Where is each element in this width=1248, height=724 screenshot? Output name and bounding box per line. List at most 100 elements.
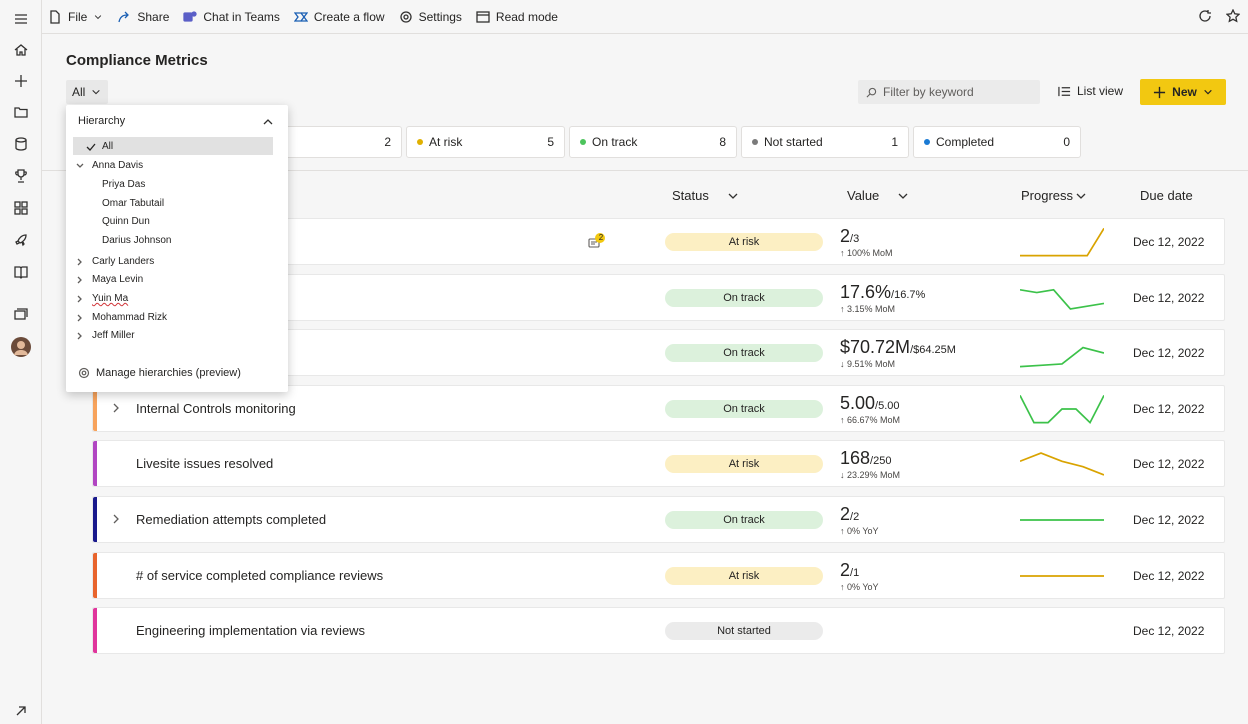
search-input[interactable] [883, 85, 1033, 99]
summary-card-at-risk[interactable]: At risk 5 [406, 126, 565, 158]
hierarchy-item-quinn-dun[interactable]: Quinn Dun [102, 216, 150, 227]
hierarchy-item-carly-landers[interactable]: Carly Landers [76, 256, 154, 267]
scorecard-row[interactable]: Remediation attempts completed On track 2… [92, 496, 1225, 543]
due-date: Dec 12, 2022 [1133, 513, 1205, 527]
chevron-right-icon[interactable] [76, 332, 84, 340]
metric-value[interactable]: 2/3 ↑ 100% MoM [840, 226, 893, 258]
hierarchy-item-anna-davis[interactable]: Anna Davis [76, 160, 143, 171]
metric-name[interactable]: Internal Controls monitoring [136, 401, 296, 416]
hierarchy-item-mohammad-rizk[interactable]: Mohammad Rizk [76, 312, 167, 323]
metric-value[interactable]: 168/250 ↓ 23.29% MoM [840, 448, 900, 480]
deployment-rocket-icon[interactable] [12, 231, 30, 249]
favorite-star-icon[interactable] [1226, 9, 1240, 23]
notes-count-badge: 2 [598, 233, 604, 242]
home-icon[interactable] [12, 41, 30, 59]
status-pill[interactable]: At risk [665, 233, 823, 251]
progress-line [1020, 394, 1104, 424]
apps-icon[interactable] [12, 199, 30, 217]
target-value: /1 [850, 566, 860, 579]
chevron-right-icon[interactable] [76, 258, 84, 266]
data-hub-icon[interactable] [12, 135, 30, 153]
user-avatar[interactable] [11, 337, 31, 357]
learn-book-icon[interactable] [12, 263, 30, 281]
metric-value[interactable]: 2/2 ↑ 0% YoY [840, 504, 879, 536]
status-pill[interactable]: At risk [665, 566, 823, 585]
due-date: Dec 12, 2022 [1133, 346, 1205, 361]
scorecard-row[interactable]: Livesite issues resolved At risk 168/250 … [92, 440, 1225, 488]
value-column-header[interactable]: Value [847, 188, 909, 203]
hierarchy-item-all[interactable]: All [86, 141, 113, 152]
file-menu[interactable]: File [48, 10, 103, 24]
expand-chevron-right-icon[interactable] [111, 402, 121, 414]
hierarchy-item-yuin-ma[interactable]: Yuin Ma [76, 293, 128, 304]
status-pill[interactable]: On track [665, 511, 823, 529]
filter-by-keyword-field[interactable] [858, 80, 1040, 104]
metric-value[interactable]: $70.72M/$64.25M ↓ 9.51% MoM [840, 337, 956, 369]
hierarchy-item-darius-johnson[interactable]: Darius Johnson [102, 235, 171, 246]
hamburger-menu-icon[interactable] [12, 10, 30, 28]
expand-arrow-icon[interactable] [12, 702, 30, 720]
due-date: Dec 12, 2022 [1133, 401, 1205, 416]
scorecard-row[interactable]: Engineering implementation via reviews No… [92, 607, 1225, 655]
metric-name[interactable]: Remediation attempts completed [136, 512, 326, 527]
status-pill[interactable]: On track [665, 399, 823, 418]
chevron-down-icon [1204, 89, 1212, 95]
summary-card-not-started[interactable]: Not started 1 [741, 126, 909, 158]
list-view-button[interactable]: List view [1058, 84, 1123, 98]
completed-dot-icon [924, 139, 930, 145]
status-summary-cards: nd 2 At risk 5 On track 8 Not started 1 … [266, 126, 1081, 158]
create-flow-button[interactable]: Create a flow [293, 10, 385, 24]
progress-sparkline[interactable] [1020, 557, 1104, 595]
scorecard-row[interactable]: # of service completed compliance review… [92, 551, 1225, 599]
status-column-header[interactable]: Status [672, 188, 739, 203]
status-pill[interactable]: At risk [665, 455, 823, 474]
status-pill[interactable]: On track [665, 344, 823, 363]
progress-column-header[interactable]: Progress [1021, 188, 1087, 203]
chevron-right-icon[interactable] [76, 295, 84, 303]
summary-card-completed[interactable]: Completed 0 [913, 126, 1081, 158]
plus-icon [1154, 86, 1166, 98]
manage-hierarchies-link[interactable]: Manage hierarchies (preview) [78, 367, 241, 379]
progress-sparkline[interactable] [1020, 223, 1104, 261]
progress-sparkline[interactable] [1020, 390, 1104, 428]
chevron-right-icon[interactable] [76, 314, 84, 322]
progress-sparkline[interactable] [1020, 334, 1104, 372]
progress-sparkline[interactable] [1020, 501, 1104, 539]
settings-button[interactable]: Settings [399, 10, 462, 24]
browse-folder-icon[interactable] [12, 103, 30, 121]
chevron-right-icon[interactable] [76, 276, 84, 284]
due-date: Dec 12, 2022 [1133, 457, 1205, 472]
chat-in-teams-button[interactable]: Chat in Teams [183, 10, 280, 24]
metric-value[interactable]: 2/1 ↑ 0% YoY [840, 560, 879, 592]
new-button[interactable]: New [1140, 79, 1226, 105]
chevron-down-icon[interactable] [76, 162, 84, 170]
progress-sparkline[interactable] [1020, 279, 1104, 317]
metric-value[interactable]: 17.6%/16.7% ↑ 3.15% MoM [840, 282, 925, 314]
chevron-down-icon [728, 193, 738, 199]
read-mode-button[interactable]: Read mode [476, 10, 558, 24]
not-started-dot-icon [752, 139, 758, 145]
hierarchy-item-priya-das[interactable]: Priya Das [102, 179, 145, 190]
hierarchy-item-jeff-miller[interactable]: Jeff Miller [76, 330, 135, 341]
status-pill[interactable]: On track [665, 288, 823, 307]
hierarchy-item-maya-levin[interactable]: Maya Levin [76, 274, 143, 285]
expand-chevron-right-icon[interactable] [111, 513, 121, 525]
share-button[interactable]: Share [117, 10, 169, 24]
workspaces-icon[interactable] [12, 306, 30, 324]
create-plus-icon[interactable] [12, 72, 30, 90]
hierarchy-item-omar-tabutail[interactable]: Omar Tabutail [102, 198, 164, 209]
summary-card-on-track[interactable]: On track 8 [569, 126, 737, 158]
metric-value[interactable]: 5.00/5.00 ↑ 66.67% MoM [840, 393, 900, 425]
metric-name[interactable]: Engineering implementation via reviews [136, 623, 365, 638]
metric-name[interactable]: Livesite issues resolved [136, 456, 273, 471]
notes-icon[interactable]: 2 [588, 233, 606, 251]
progress-sparkline[interactable] [1020, 445, 1104, 483]
status-pill[interactable]: Not started [665, 622, 823, 641]
due-date-column-header[interactable]: Due date [1140, 188, 1193, 203]
progress-line [1020, 227, 1104, 257]
collapse-chevron-up-icon[interactable] [262, 116, 274, 130]
goals-trophy-icon[interactable] [12, 167, 30, 185]
metric-name[interactable]: # of service completed compliance review… [136, 568, 383, 583]
refresh-icon[interactable] [1198, 9, 1212, 23]
hierarchy-filter-dropdown[interactable]: All [66, 80, 108, 104]
